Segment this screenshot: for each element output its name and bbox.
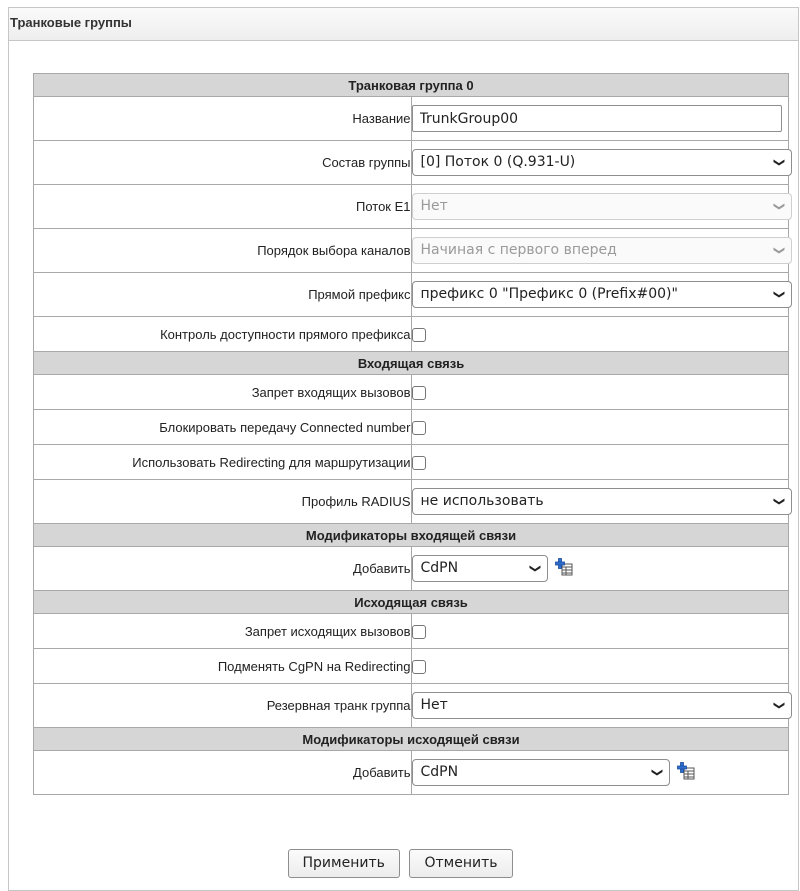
channel-order-value: Начиная с первого вперед — [420, 242, 617, 258]
panel-title: Транковые группы — [9, 8, 798, 41]
row-reserve-trunk: Резервная транк группа Нет ❯ — [33, 683, 792, 728]
radius-profile-value: не использовать — [420, 493, 544, 509]
row-deny-incoming: Запрет входящих вызовов — [33, 374, 789, 410]
row-deny-outgoing: Запрет исходящих вызовов — [33, 613, 789, 649]
direct-prefix-check-label: Контроль доступности прямого префикса — [33, 316, 412, 352]
radius-profile-label: Профиль RADIUS — [33, 479, 412, 524]
row-radius-profile: Профиль RADIUS не использовать ❯ — [33, 479, 792, 524]
form-buttons: Применить Отменить — [0, 849, 800, 878]
chevron-down-icon: ❯ — [651, 767, 665, 778]
group-members-value: [0] Поток 0 (Q.931-U) — [420, 154, 576, 170]
chevron-down-icon: ❯ — [773, 157, 787, 168]
row-block-connected: Блокировать передачу Connected number — [33, 409, 789, 445]
section-title: Входящая связь — [33, 351, 789, 375]
row-incoming-add: Добавить CdPN ❯ — [33, 546, 789, 591]
chevron-down-icon: ❯ — [773, 289, 787, 300]
replace-cgpn-checkbox[interactable] — [411, 659, 426, 674]
group-members-label: Состав группы — [33, 140, 412, 185]
direct-prefix-check-checkbox[interactable] — [411, 327, 426, 342]
section-header-incoming: Входящая связь — [33, 351, 789, 375]
incoming-add-label: Добавить — [33, 546, 412, 591]
stream-e1-select: Нет ❯ — [411, 193, 792, 220]
name-label: Название — [33, 96, 412, 141]
add-modifier-icon[interactable] — [555, 558, 573, 579]
use-redirecting-label: Использовать Redirecting для маршрутизац… — [33, 444, 412, 480]
row-replace-cgpn: Подменять CgPN на Redirecting — [33, 648, 789, 684]
row-group-members: Состав группы [0] Поток 0 (Q.931-U) ❯ — [33, 140, 792, 185]
section-header-outgoing: Исходящая связь — [33, 590, 789, 614]
stream-e1-label: Поток E1 — [33, 184, 412, 229]
row-name: Название — [33, 96, 789, 141]
chevron-down-icon: ❯ — [529, 563, 543, 574]
apply-button[interactable]: Применить — [287, 849, 400, 878]
channel-order-label: Порядок выбора каналов — [33, 228, 412, 273]
replace-cgpn-label: Подменять CgPN на Redirecting — [33, 648, 412, 684]
row-outgoing-add: Добавить CdPN ❯ — [33, 750, 789, 795]
section-header-main: Транковая группа 0 — [33, 73, 789, 97]
row-direct-prefix: Прямой префикс префикс 0 "Префикс 0 (Pre… — [33, 272, 792, 317]
outgoing-add-label: Добавить — [33, 750, 412, 795]
deny-incoming-label: Запрет входящих вызовов — [33, 374, 412, 410]
section-title: Транковая группа 0 — [33, 73, 789, 97]
block-connected-label: Блокировать передачу Connected number — [33, 409, 412, 445]
outgoing-modifier-value: CdPN — [420, 764, 459, 780]
section-header-incoming-modifiers: Модификаторы входящей связи — [33, 523, 789, 547]
radius-profile-select[interactable]: не использовать ❯ — [411, 488, 792, 515]
channel-order-select: Начиная с первого вперед ❯ — [411, 237, 792, 264]
cancel-button[interactable]: Отменить — [409, 849, 513, 878]
chevron-down-icon: ❯ — [773, 700, 787, 711]
section-title: Модификаторы входящей связи — [33, 523, 789, 547]
direct-prefix-select[interactable]: префикс 0 "Префикс 0 (Prefix#00)" ❯ — [411, 281, 792, 308]
reserve-trunk-select[interactable]: Нет ❯ — [411, 692, 792, 719]
section-title: Модификаторы исходящей связи — [33, 727, 789, 751]
section-title: Исходящая связь — [33, 590, 789, 614]
deny-outgoing-checkbox[interactable] — [411, 624, 426, 639]
deny-outgoing-label: Запрет исходящих вызовов — [33, 613, 412, 649]
direct-prefix-label: Прямой префикс — [33, 272, 412, 317]
reserve-trunk-value: Нет — [420, 697, 448, 713]
section-header-outgoing-modifiers: Модификаторы исходящей связи — [33, 727, 789, 751]
direct-prefix-value: префикс 0 "Префикс 0 (Prefix#00)" — [420, 286, 678, 302]
incoming-modifier-value: CdPN — [420, 560, 459, 576]
row-use-redirecting: Использовать Redirecting для маршрутизац… — [33, 444, 789, 480]
use-redirecting-checkbox[interactable] — [411, 455, 426, 470]
block-connected-checkbox[interactable] — [411, 420, 426, 435]
trunk-group-form: Транковая группа 0 Название Состав групп… — [33, 73, 792, 795]
chevron-down-icon: ❯ — [773, 245, 787, 256]
name-input[interactable] — [411, 105, 782, 132]
add-modifier-icon[interactable] — [677, 762, 695, 783]
row-direct-prefix-check: Контроль доступности прямого префикса — [33, 316, 789, 352]
reserve-trunk-label: Резервная транк группа — [33, 683, 412, 728]
group-members-select[interactable]: [0] Поток 0 (Q.931-U) ❯ — [411, 149, 792, 176]
incoming-modifier-select[interactable]: CdPN ❯ — [411, 555, 548, 582]
chevron-down-icon: ❯ — [773, 201, 787, 212]
outgoing-modifier-select[interactable]: CdPN ❯ — [411, 759, 670, 786]
stream-e1-value: Нет — [420, 198, 448, 214]
row-stream-e1: Поток E1 Нет ❯ — [33, 184, 792, 229]
chevron-down-icon: ❯ — [773, 496, 787, 507]
row-channel-order: Порядок выбора каналов Начиная с первого… — [33, 228, 792, 273]
deny-incoming-checkbox[interactable] — [411, 385, 426, 400]
